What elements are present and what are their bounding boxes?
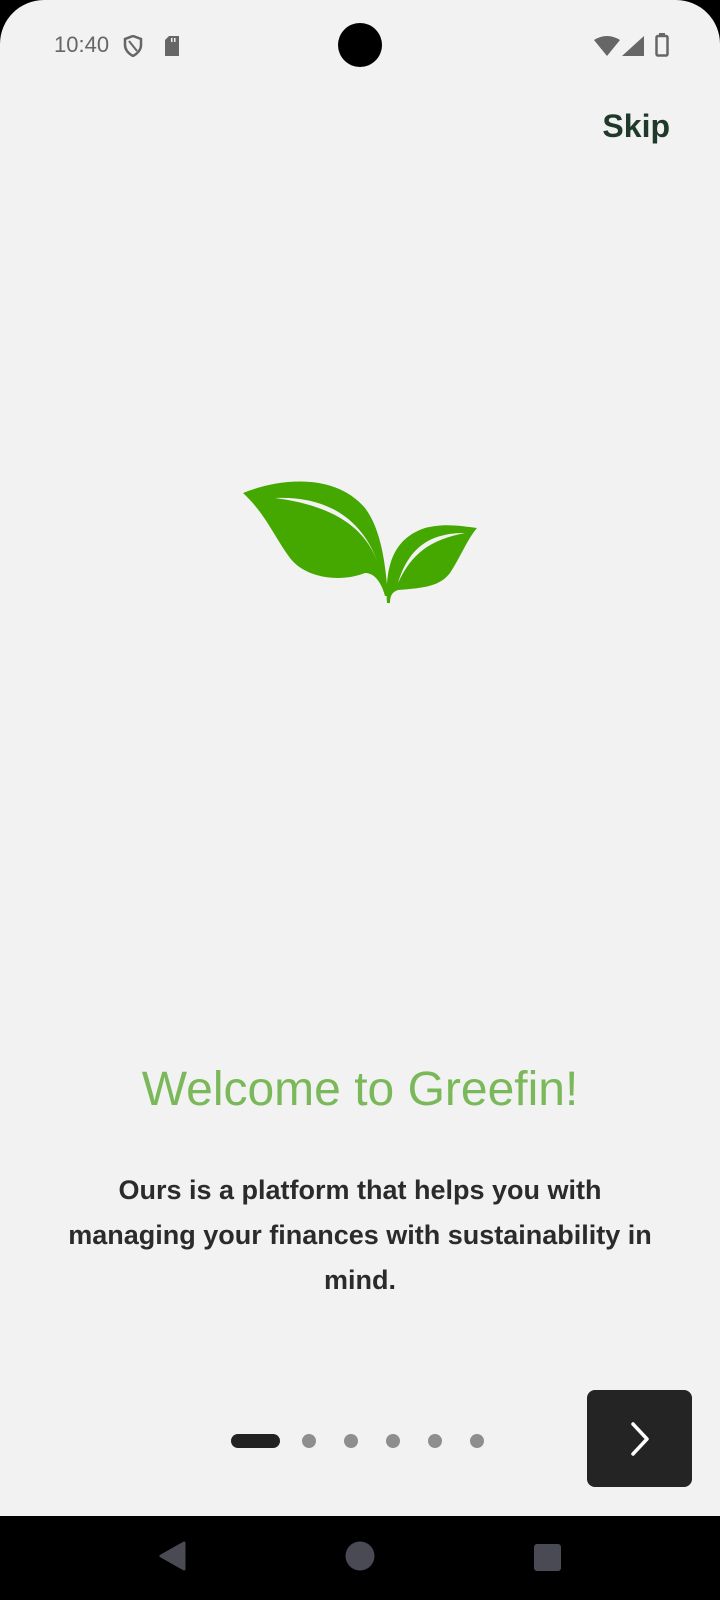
camera-cutout bbox=[338, 23, 382, 67]
welcome-description: Ours is a platform that helps you with m… bbox=[68, 1175, 652, 1295]
status-time: 10:40 bbox=[54, 32, 110, 57]
page-indicator bbox=[231, 1433, 512, 1449]
system-nav-bar bbox=[0, 1516, 720, 1600]
home-icon[interactable] bbox=[345, 1541, 375, 1571]
leaf-logo-icon bbox=[243, 481, 477, 603]
battery-icon bbox=[655, 33, 669, 57]
page-indicator-dot[interactable] bbox=[386, 1434, 400, 1448]
welcome-title: Welcome to Greefin! bbox=[141, 1063, 579, 1116]
sd-card-icon bbox=[165, 36, 179, 56]
onboarding-screen: 10:40 Skip Welcome to Greefin! Ours is a… bbox=[0, 0, 720, 1516]
shield-icon bbox=[123, 35, 143, 57]
chevron-right-icon bbox=[630, 1421, 649, 1456]
signal-icon bbox=[622, 36, 644, 56]
page-indicator-dot[interactable] bbox=[470, 1434, 484, 1448]
page-indicator-dot[interactable] bbox=[302, 1434, 316, 1448]
next-button[interactable] bbox=[587, 1390, 692, 1487]
recents-icon[interactable] bbox=[534, 1544, 561, 1571]
back-icon[interactable] bbox=[158, 1541, 186, 1571]
wifi-icon bbox=[594, 36, 620, 56]
skip-button[interactable]: Skip bbox=[602, 108, 670, 145]
page-indicator-dot[interactable] bbox=[428, 1434, 442, 1448]
page-indicator-active[interactable] bbox=[231, 1434, 280, 1448]
page-indicator-dot[interactable] bbox=[344, 1434, 358, 1448]
